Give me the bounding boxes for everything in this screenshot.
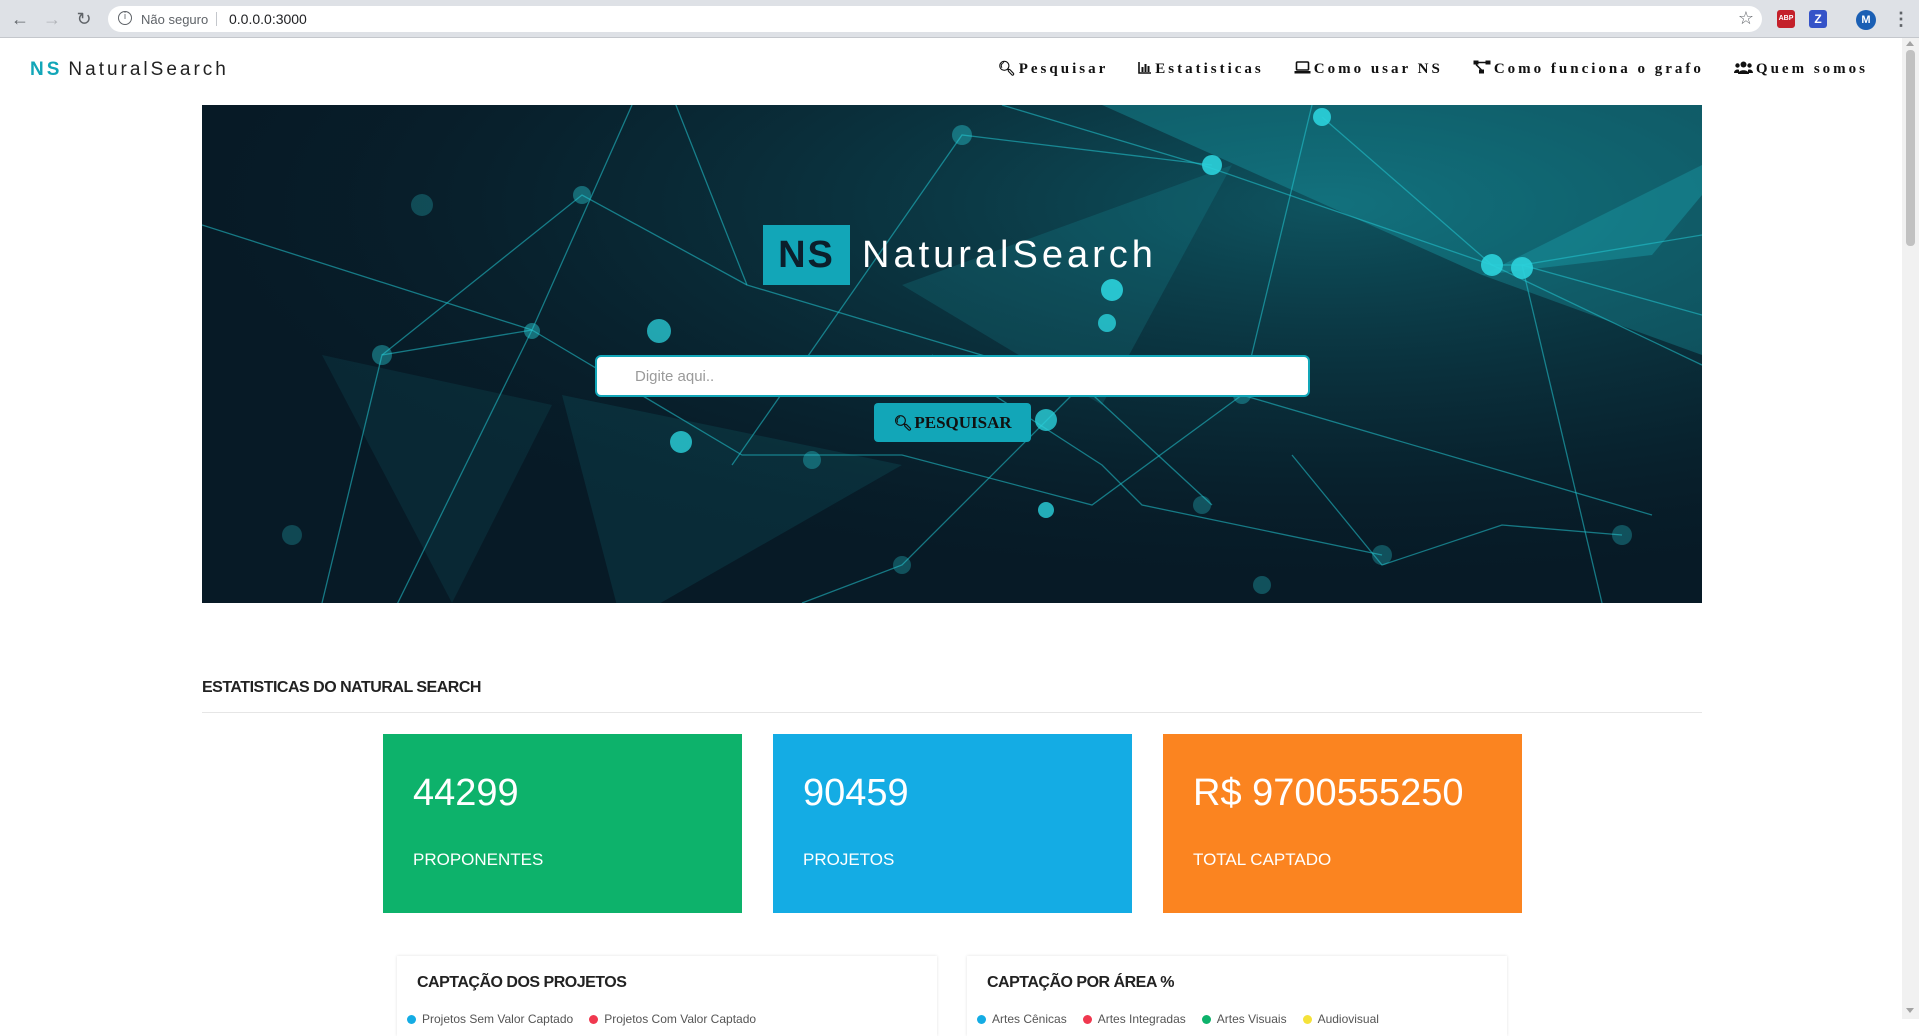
legend-label: Artes Integradas: [1097, 1012, 1186, 1026]
back-arrow-icon[interactable]: ←: [8, 7, 32, 31]
legend-label: Projetos Sem Valor Captado: [422, 1012, 574, 1026]
hero-banner: NS NaturalSearch 🔍︎ PESQUISAR: [202, 105, 1702, 603]
brand-name: NaturalSearch: [68, 59, 229, 80]
legend-item[interactable]: Projetos Sem Valor Captado: [407, 1012, 573, 1026]
address-bar[interactable]: i Não seguro 0.0.0.0:3000 ☆: [108, 6, 1762, 32]
site-navbar: NS NaturalSearch 🔍︎ Pesquisar Estatistica…: [0, 38, 1900, 104]
legend-label: Projetos Com Valor Captado: [604, 1012, 757, 1026]
laptop-icon: [1294, 60, 1311, 78]
search-button[interactable]: 🔍︎ PESQUISAR: [874, 403, 1031, 442]
browser-menu-icon[interactable]: ⋮: [1892, 6, 1910, 32]
scroll-down-arrow-icon[interactable]: [1906, 1008, 1914, 1013]
scroll-up-arrow-icon[interactable]: [1906, 41, 1914, 46]
search-icon: 🔍︎: [893, 413, 913, 432]
legend-item[interactable]: Projetos Com Valor Captado: [589, 1012, 756, 1026]
stats-section-title: ESTATISTICAS DO NATURAL SEARCH: [202, 679, 481, 696]
stat-label: PROPONENTES: [413, 850, 544, 869]
search-input[interactable]: [595, 355, 1310, 397]
page-scrollbar[interactable]: [1902, 38, 1919, 1019]
users-icon: [1733, 61, 1753, 78]
stat-value: 44299: [413, 772, 519, 814]
nav-estatisticas-label: Estatisticas: [1155, 60, 1264, 77]
stat-card-proponentes: 44299 PROPONENTES: [383, 734, 742, 913]
stat-value: 90459: [803, 772, 909, 814]
chart-icon: [1138, 61, 1152, 78]
forward-arrow-icon[interactable]: →: [40, 7, 64, 31]
brand-ns: NS: [30, 59, 63, 80]
hero-logo: NS NaturalSearch: [763, 225, 1157, 285]
stat-label: TOTAL CAPTADO: [1193, 850, 1332, 869]
network-background: [202, 105, 1702, 603]
security-label: Não seguro: [141, 12, 209, 27]
chart-legend: Artes Cênicas Artes Integradas Artes Vis…: [977, 1012, 1379, 1026]
chart-card-captacao-area: CAPTAÇÃO POR ÁREA % Artes Cênicas Artes …: [967, 956, 1507, 1036]
legend-label: Artes Visuais: [1216, 1012, 1287, 1026]
stat-value: R$ 9700555250: [1193, 772, 1464, 814]
legend-dot: [589, 1014, 599, 1024]
z-extension-icon[interactable]: Z: [1809, 10, 1827, 28]
info-icon[interactable]: i: [118, 11, 132, 25]
legend-dot: [977, 1014, 986, 1024]
bookmark-star-icon[interactable]: ☆: [1738, 8, 1754, 29]
brand-logo[interactable]: NS NaturalSearch: [30, 59, 229, 81]
legend-item[interactable]: Audiovisual: [1302, 1012, 1379, 1026]
profile-avatar[interactable]: M: [1856, 10, 1876, 30]
legend-item[interactable]: Artes Visuais: [1201, 1012, 1287, 1026]
nav-quem-somos[interactable]: Quem somos: [1733, 60, 1868, 78]
chart-legend: Projetos Sem Valor Captado Projetos Com …: [407, 1012, 756, 1026]
browser-toolbar: ← → ↻ i Não seguro 0.0.0.0:3000 ☆ ABP Z …: [0, 0, 1919, 38]
divider: [202, 712, 1702, 713]
nav-pesquisar[interactable]: 🔍︎ Pesquisar: [998, 60, 1108, 78]
url-text[interactable]: 0.0.0.0:3000: [229, 11, 307, 27]
legend-dot: [407, 1014, 416, 1024]
hero-logo-badge: NS: [763, 225, 850, 285]
nav-como-funciona[interactable]: Como funciona o grafo: [1473, 60, 1704, 78]
nav-como-funciona-label: Como funciona o grafo: [1493, 60, 1704, 77]
nav-como-usar[interactable]: Como usar NS: [1294, 60, 1443, 78]
legend-item[interactable]: Artes Cênicas: [977, 1012, 1067, 1026]
reload-icon[interactable]: ↻: [72, 7, 96, 31]
hero-logo-title: NaturalSearch: [862, 233, 1157, 276]
chart-card-captacao-projetos: CAPTAÇÃO DOS PROJETOS Projetos Sem Valor…: [397, 956, 937, 1036]
stat-card-total-captado: R$ 9700555250 TOTAL CAPTADO: [1163, 734, 1522, 913]
graph-icon: [1473, 60, 1491, 78]
legend-label: Artes Cênicas: [992, 1012, 1067, 1026]
stat-label: PROJETOS: [803, 850, 895, 869]
legend-dot: [1302, 1014, 1312, 1024]
nav-quem-somos-label: Quem somos: [1755, 60, 1868, 77]
chart-title: CAPTAÇÃO DOS PROJETOS: [417, 974, 627, 991]
search-button-label: PESQUISAR: [914, 412, 1012, 432]
chart-title: CAPTAÇÃO POR ÁREA %: [987, 974, 1174, 991]
legend-dot: [1201, 1014, 1211, 1024]
scrollbar-thumb[interactable]: [1906, 50, 1915, 246]
nav-estatisticas[interactable]: Estatisticas: [1138, 60, 1264, 78]
nav-links: 🔍︎ Pesquisar Estatisticas Como usar NS C…: [998, 60, 1868, 78]
stat-card-projetos: 90459 PROJETOS: [773, 734, 1132, 913]
adblock-extension-icon[interactable]: ABP: [1777, 10, 1795, 28]
legend-item[interactable]: Artes Integradas: [1082, 1012, 1186, 1026]
nav-como-usar-label: Como usar NS: [1313, 60, 1443, 77]
nav-pesquisar-label: Pesquisar: [1018, 60, 1109, 77]
search-icon: 🔍︎: [997, 61, 1016, 77]
legend-dot: [1082, 1014, 1092, 1024]
legend-label: Audiovisual: [1317, 1012, 1379, 1026]
address-separator: [216, 12, 217, 26]
